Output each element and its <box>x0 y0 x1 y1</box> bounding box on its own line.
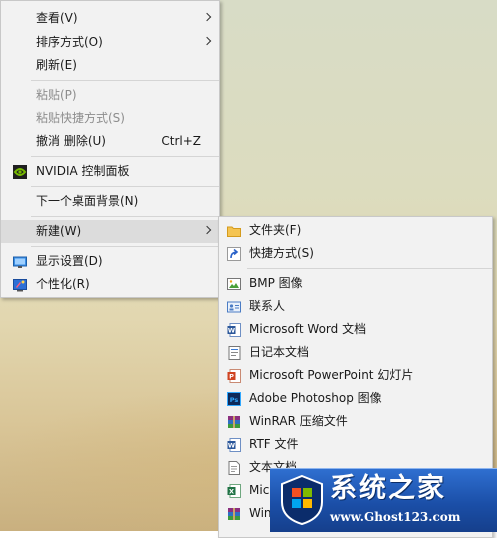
display-settings-icon <box>13 254 27 268</box>
menu-item-display-settings[interactable]: 显示设置(D) <box>1 250 219 273</box>
menu-item-label: 排序方式(O) <box>36 35 103 49</box>
submenu-item-label: Win <box>249 506 272 520</box>
submenu-item-journal-document[interactable]: 日记本文档 <box>219 341 492 364</box>
watermark-url: www.Ghost123.com <box>330 510 461 524</box>
submenu-item-powerpoint[interactable]: P Microsoft PowerPoint 幻灯片 <box>219 364 492 387</box>
menu-item-paste-shortcut[interactable]: 粘贴快捷方式(S) <box>1 107 219 130</box>
menu-item-refresh[interactable]: 刷新(E) <box>1 54 219 77</box>
svg-text:W: W <box>228 327 235 335</box>
submenu-item-contact[interactable]: 联系人 <box>219 295 492 318</box>
shortcut-icon <box>227 246 241 261</box>
powerpoint-icon: P <box>227 368 241 383</box>
menu-item-label: NVIDIA 控制面板 <box>36 164 130 178</box>
menu-separator <box>31 156 219 157</box>
menu-item-label: 粘贴快捷方式(S) <box>36 111 125 125</box>
personalize-icon <box>13 277 27 292</box>
nvidia-icon <box>13 164 27 179</box>
submenu-item-photoshop[interactable]: Ps Adobe Photoshop 图像 <box>219 387 492 410</box>
menu-item-personalize[interactable]: 个性化(R) <box>1 273 219 296</box>
menu-item-new[interactable]: 新建(W) <box>1 220 219 243</box>
menu-item-label: 粘贴(P) <box>36 88 77 102</box>
submenu-item-shortcut[interactable]: 快捷方式(S) <box>219 242 492 265</box>
menu-separator <box>247 268 492 269</box>
svg-text:Ps: Ps <box>230 396 239 404</box>
contact-icon <box>227 299 241 313</box>
submenu-item-label: Microsoft PowerPoint 幻灯片 <box>249 368 414 382</box>
photoshop-icon: Ps <box>227 391 241 406</box>
menu-item-view[interactable]: 查看(V) <box>1 7 219 30</box>
menu-separator <box>31 246 219 247</box>
menu-item-label: 查看(V) <box>36 11 78 25</box>
submenu-item-label: 联系人 <box>249 299 286 313</box>
submenu-item-label: 快捷方式(S) <box>249 246 314 260</box>
submenu-item-label: 文件夹(F) <box>249 223 302 237</box>
submenu-item-bmp-image[interactable]: BMP 图像 <box>219 272 492 295</box>
svg-text:X: X <box>229 488 234 496</box>
menu-item-label: 显示设置(D) <box>36 254 103 268</box>
svg-text:W: W <box>228 442 235 450</box>
menu-item-label: 撤消 删除(U) <box>36 134 106 148</box>
submenu-item-label: Adobe Photoshop 图像 <box>249 391 382 405</box>
submenu-item-label: Mic <box>249 483 270 497</box>
winrar-icon <box>227 414 241 428</box>
submenu-item-label: Microsoft Word 文档 <box>249 322 367 336</box>
submenu-item-word-document[interactable]: W Microsoft Word 文档 <box>219 318 492 341</box>
watermark-banner: 系统之家 www.Ghost123.com <box>270 468 497 532</box>
menu-item-nvidia-control-panel[interactable]: NVIDIA 控制面板 <box>1 160 219 183</box>
menu-item-label: 新建(W) <box>36 224 82 238</box>
watermark-title: 系统之家 <box>330 473 446 504</box>
text-document-icon <box>227 460 241 475</box>
menu-item-label: 刷新(E) <box>36 58 77 72</box>
svg-text:P: P <box>229 373 234 381</box>
winrar-zip-icon <box>227 506 241 520</box>
menu-item-next-desktop-background[interactable]: 下一个桌面背景(N) <box>1 190 219 213</box>
word-document-icon: W <box>227 322 241 337</box>
menu-item-label: 下一个桌面背景(N) <box>36 194 139 208</box>
submenu-item-folder[interactable]: 文件夹(F) <box>219 219 492 242</box>
menu-item-undo-delete[interactable]: 撤消 删除(U) Ctrl+Z <box>1 130 219 153</box>
submenu-item-label: RTF 文件 <box>249 437 299 451</box>
menu-item-paste[interactable]: 粘贴(P) <box>1 84 219 107</box>
menu-separator <box>31 216 219 217</box>
submenu-item-label: WinRAR 压缩文件 <box>249 414 348 428</box>
submenu-item-label: 日记本文档 <box>249 345 310 359</box>
watermark-logo-icon <box>278 474 326 526</box>
menu-item-sort-by[interactable]: 排序方式(O) <box>1 31 219 54</box>
chevron-right-icon <box>202 12 212 22</box>
menu-separator <box>31 80 219 81</box>
menu-item-label: 个性化(R) <box>36 277 90 291</box>
desktop-context-menu: 查看(V) 排序方式(O) 刷新(E) 粘贴(P) 粘贴快捷方式(S) 撤消 删… <box>0 0 220 298</box>
chevron-right-icon <box>202 36 212 46</box>
bmp-image-icon <box>227 276 241 290</box>
chevron-right-icon <box>202 225 212 235</box>
journal-document-icon <box>227 345 241 360</box>
rtf-document-icon: W <box>227 437 241 452</box>
menu-separator <box>31 186 219 187</box>
folder-icon <box>227 223 241 237</box>
submenu-item-rtf-document[interactable]: W RTF 文件 <box>219 433 492 456</box>
submenu-item-winrar-archive[interactable]: WinRAR 压缩文件 <box>219 410 492 433</box>
menu-item-shortcut: Ctrl+Z <box>161 134 201 148</box>
submenu-item-label: BMP 图像 <box>249 276 303 290</box>
excel-icon: X <box>227 483 241 498</box>
